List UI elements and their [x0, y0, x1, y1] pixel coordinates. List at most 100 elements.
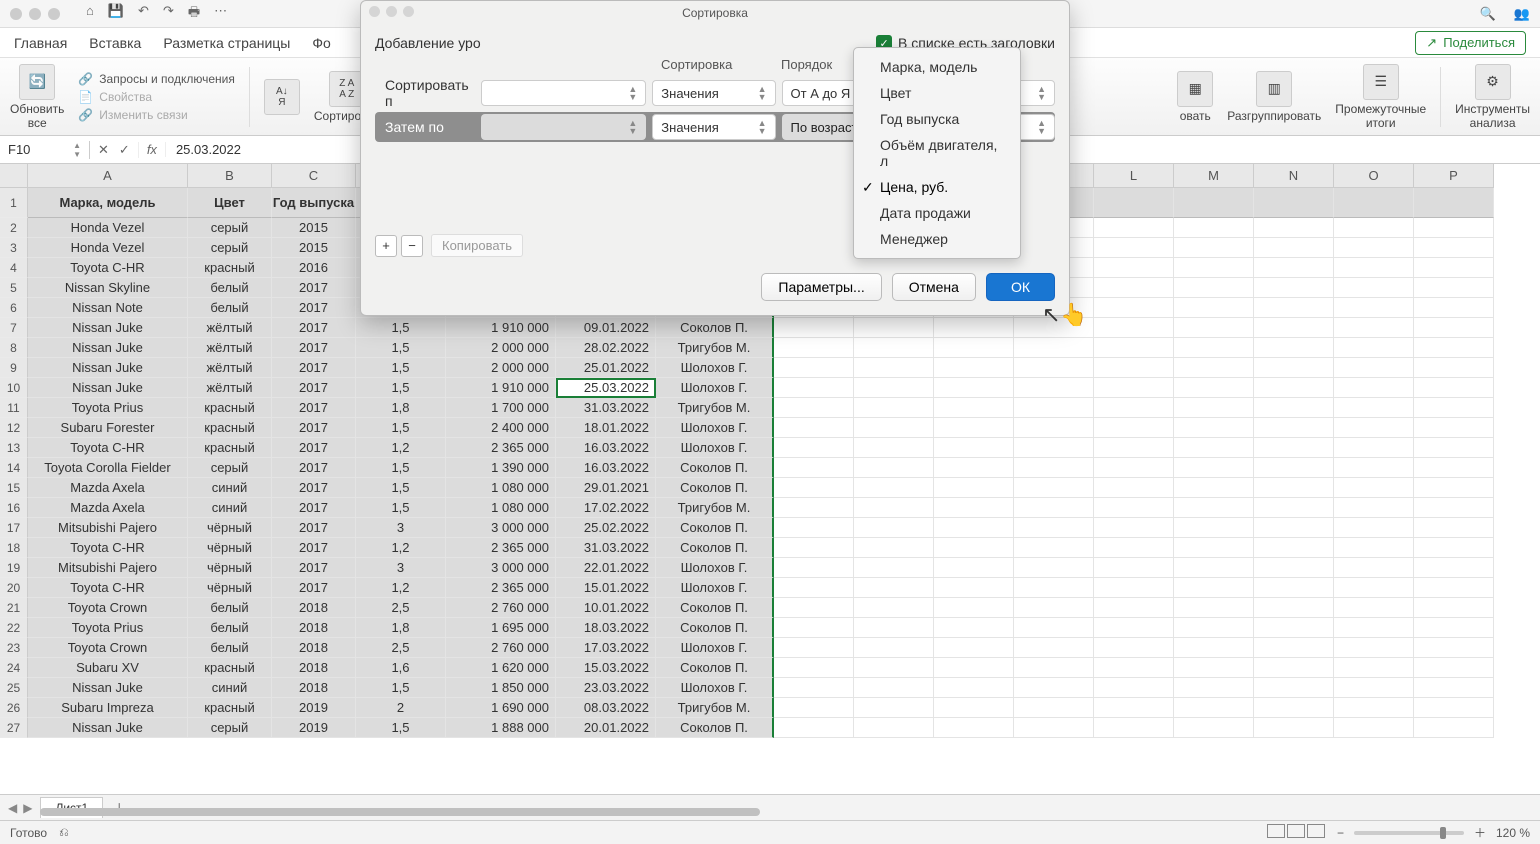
cell[interactable]: 17.03.2022 — [556, 638, 656, 658]
cell[interactable] — [854, 558, 934, 578]
cell[interactable] — [1414, 578, 1494, 598]
cell[interactable] — [1334, 438, 1414, 458]
cell[interactable]: 1 080 000 — [446, 478, 556, 498]
cell[interactable] — [1174, 218, 1254, 238]
cell[interactable] — [1254, 538, 1334, 558]
cell[interactable]: Соколов П. — [656, 478, 774, 498]
row-header-22[interactable]: 22 — [0, 618, 28, 638]
cell[interactable] — [1174, 278, 1254, 298]
cell[interactable] — [1174, 418, 1254, 438]
cell[interactable]: 1,5 — [356, 718, 446, 738]
cell[interactable] — [1174, 598, 1254, 618]
cell[interactable] — [1174, 718, 1254, 738]
cell[interactable] — [1094, 538, 1174, 558]
col-header-A[interactable]: A — [28, 164, 188, 188]
cell[interactable]: красный — [188, 698, 272, 718]
cell[interactable] — [1174, 338, 1254, 358]
cell[interactable] — [1254, 278, 1334, 298]
cell[interactable]: 2 000 000 — [446, 338, 556, 358]
cell[interactable] — [1094, 698, 1174, 718]
cell[interactable] — [854, 618, 934, 638]
cell[interactable]: 1 910 000 — [446, 378, 556, 398]
cell[interactable]: серый — [188, 458, 272, 478]
cell[interactable]: 2,5 — [356, 638, 446, 658]
cell[interactable] — [1094, 558, 1174, 578]
cell[interactable] — [1014, 558, 1094, 578]
cell[interactable] — [1094, 218, 1174, 238]
col-header-L[interactable]: L — [1094, 164, 1174, 188]
cell[interactable] — [1094, 378, 1174, 398]
row-header-2[interactable]: 2 — [0, 218, 28, 238]
cell[interactable] — [1094, 598, 1174, 618]
cell[interactable] — [1414, 498, 1494, 518]
cell[interactable]: 1,5 — [356, 458, 446, 478]
cell[interactable]: 2 400 000 — [446, 418, 556, 438]
cell[interactable] — [774, 578, 854, 598]
cell[interactable]: Шолохов Г. — [656, 578, 774, 598]
dropdown-opt-engine[interactable]: Объём двигателя, л — [854, 132, 1020, 174]
cell[interactable]: 2018 — [272, 638, 356, 658]
zoom-in-button[interactable]: ＋ — [1474, 824, 1486, 841]
cell[interactable] — [1334, 378, 1414, 398]
cell[interactable] — [1254, 238, 1334, 258]
cell[interactable]: белый — [188, 618, 272, 638]
ok-button[interactable]: ОК — [986, 273, 1055, 301]
cell[interactable] — [774, 378, 854, 398]
cell[interactable] — [1414, 458, 1494, 478]
cell[interactable] — [1174, 398, 1254, 418]
cell[interactable] — [1174, 558, 1254, 578]
cell[interactable]: Тригубов М. — [656, 398, 774, 418]
cell[interactable] — [1014, 418, 1094, 438]
cell[interactable] — [1334, 258, 1414, 278]
cell[interactable] — [1014, 498, 1094, 518]
cell[interactable]: 1,5 — [356, 378, 446, 398]
cell[interactable] — [1334, 538, 1414, 558]
cell[interactable]: 1,5 — [356, 678, 446, 698]
cell[interactable]: 1 620 000 — [446, 658, 556, 678]
cell[interactable]: 2017 — [272, 578, 356, 598]
cell[interactable] — [774, 458, 854, 478]
zoom-out-button[interactable]: − — [1337, 826, 1344, 840]
cell[interactable]: белый — [188, 598, 272, 618]
cell[interactable]: 09.01.2022 — [556, 318, 656, 338]
cell[interactable]: 1,5 — [356, 358, 446, 378]
cell[interactable]: Mazda Axela — [28, 498, 188, 518]
cell[interactable] — [1174, 318, 1254, 338]
cell[interactable]: 25.01.2022 — [556, 358, 656, 378]
print-icon[interactable]: 🖶 — [188, 3, 200, 25]
cell[interactable]: 3 — [356, 518, 446, 538]
cell[interactable] — [1414, 278, 1494, 298]
cell[interactable]: 10.01.2022 — [556, 598, 656, 618]
cell[interactable]: 16.03.2022 — [556, 438, 656, 458]
cell[interactable]: синий — [188, 478, 272, 498]
cell[interactable]: 31.03.2022 — [556, 538, 656, 558]
cell[interactable] — [854, 418, 934, 438]
zoom-level[interactable]: 120 % — [1496, 826, 1530, 840]
cell[interactable] — [934, 418, 1014, 438]
cell[interactable]: 16.03.2022 — [556, 458, 656, 478]
dropdown-opt-price[interactable]: Цена, руб. — [854, 174, 1020, 200]
cell[interactable]: 20.01.2022 — [556, 718, 656, 738]
cell[interactable]: Шолохов Г. — [656, 638, 774, 658]
header-cell[interactable] — [1254, 188, 1334, 218]
cell[interactable] — [1014, 398, 1094, 418]
cell[interactable]: Nissan Juke — [28, 718, 188, 738]
cell[interactable] — [1254, 658, 1334, 678]
redo-icon[interactable]: ↷ — [163, 3, 174, 25]
cell[interactable] — [1014, 318, 1094, 338]
cell[interactable] — [1334, 638, 1414, 658]
cell[interactable]: Mitsubishi Pajero — [28, 518, 188, 538]
cell[interactable] — [934, 478, 1014, 498]
cell[interactable] — [934, 618, 1014, 638]
col-header-P[interactable]: P — [1414, 164, 1494, 188]
cell[interactable] — [1334, 718, 1414, 738]
cell[interactable]: 2018 — [272, 678, 356, 698]
cell[interactable] — [1094, 498, 1174, 518]
cell[interactable]: Соколов П. — [656, 658, 774, 678]
cell[interactable] — [1334, 678, 1414, 698]
cell[interactable]: 2 365 000 — [446, 438, 556, 458]
cell[interactable] — [1414, 298, 1494, 318]
cell[interactable] — [854, 318, 934, 338]
cell[interactable]: Toyota C-HR — [28, 258, 188, 278]
cell[interactable] — [1414, 678, 1494, 698]
